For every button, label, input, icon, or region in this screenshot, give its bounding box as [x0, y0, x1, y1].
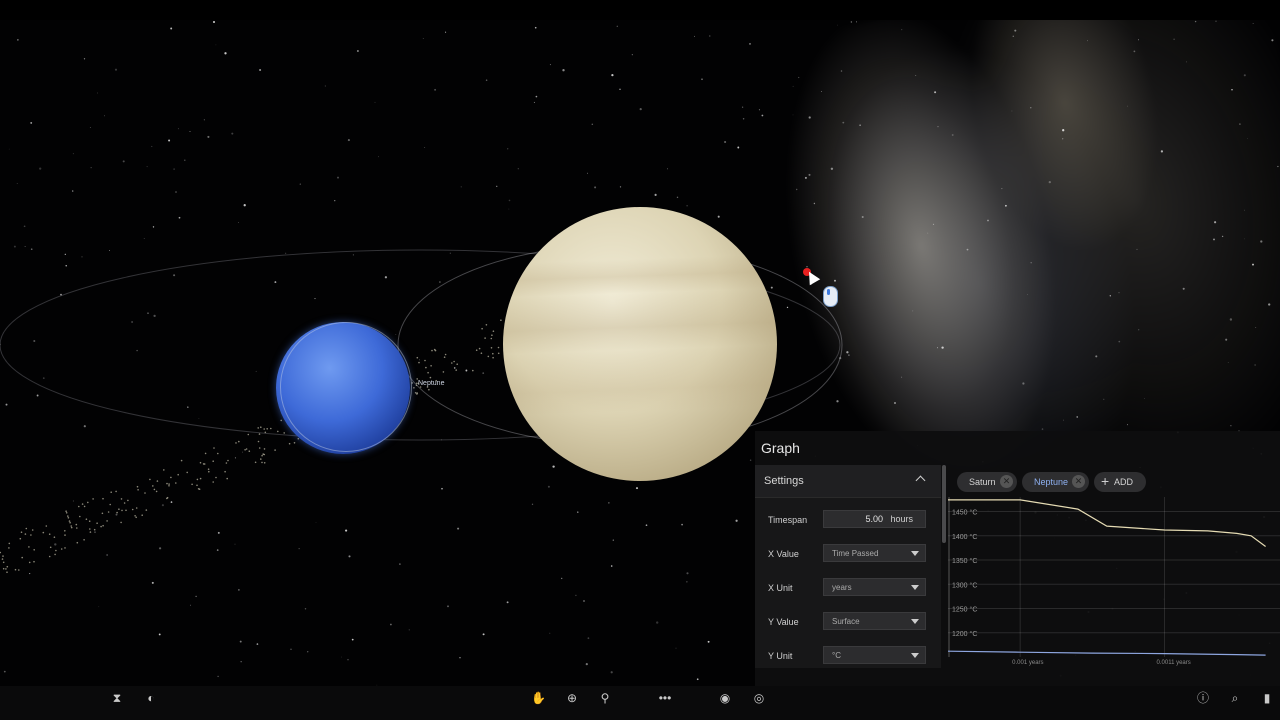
y-tick-label: 1300 °C	[952, 581, 977, 589]
chip-saturn[interactable]: Saturn ✕	[957, 472, 1017, 492]
y-tick-label: 1250 °C	[952, 606, 977, 614]
menu-icon[interactable]: ▮	[1260, 691, 1274, 705]
x-value-label: X Value	[768, 549, 799, 559]
series-line-saturn	[948, 499, 1266, 547]
graph-title: Graph	[761, 440, 800, 456]
graph-plot[interactable]: 1450 °C 1400 °C 1350 °C 1300 °C 1250 °C 1200 …	[948, 497, 1280, 667]
add-button[interactable]: + ADD	[1094, 472, 1146, 492]
settings-section: Settings Timespan 5.00 hours X Value Tim…	[755, 465, 941, 668]
saturn-planet[interactable]	[503, 207, 777, 481]
neptune-selection-ring	[280, 322, 412, 452]
dropdown-arrow-icon	[911, 585, 919, 590]
x-unit-select[interactable]: years	[823, 578, 926, 596]
x-tick-label: 0.0011 years	[1157, 660, 1191, 666]
y-tick-label: 1400 °C	[952, 533, 977, 541]
x-value-selected: Time Passed	[832, 549, 879, 558]
eye-icon[interactable]: ◉	[718, 691, 732, 705]
hand-icon[interactable]: ✋	[531, 691, 546, 705]
mouse-icon	[823, 286, 838, 307]
neptune-label[interactable]: Neptune	[418, 380, 444, 387]
dropdown-arrow-icon	[911, 551, 919, 556]
dots-icon[interactable]: •••	[658, 691, 672, 705]
y-value-select[interactable]: Surface	[823, 612, 926, 630]
settings-scrollbar[interactable]	[942, 465, 946, 543]
y-tick-label: 1450 °C	[952, 509, 977, 517]
pin-icon[interactable]: ⚲	[598, 691, 612, 705]
y-value-label: Y Value	[768, 617, 799, 627]
settings-header[interactable]: Settings	[755, 465, 941, 498]
search-icon[interactable]: ⌕	[1228, 691, 1242, 705]
timespan-unit: hours	[890, 514, 913, 524]
y-unit-label: Y Unit	[768, 651, 793, 661]
timespan-field[interactable]: 5.00 hours	[823, 510, 926, 528]
timespan-label: Timespan	[768, 515, 808, 525]
remove-icon[interactable]: ✕	[1072, 475, 1085, 488]
timespan-value[interactable]: 5.00	[865, 514, 883, 524]
hourglass-icon[interactable]: ⧗	[110, 691, 124, 705]
x-unit-selected: years	[832, 583, 852, 592]
dropdown-arrow-icon	[911, 619, 919, 624]
y-tick-label: 1350 °C	[952, 557, 977, 565]
y-tick-label: 1200 °C	[952, 630, 977, 638]
chip-neptune-label: Neptune	[1034, 477, 1069, 487]
y-unit-select[interactable]: °C	[823, 646, 926, 664]
x-tick-label: 0.001 years	[1012, 660, 1043, 666]
chip-saturn-label: Saturn	[969, 477, 996, 487]
add-button-label: ADD	[1114, 477, 1134, 487]
info-icon[interactable]: ⓘ	[1196, 691, 1210, 705]
chip-neptune[interactable]: Neptune ✕	[1022, 472, 1089, 492]
dropdown-arrow-icon	[911, 653, 919, 658]
contrast-icon[interactable]: ◐	[144, 691, 158, 705]
graph-panel: Graph Settings Timespan 5.00 hours X Val…	[755, 431, 1280, 686]
target-icon[interactable]: ◎	[752, 691, 766, 705]
remove-icon[interactable]: ✕	[1000, 475, 1013, 488]
bottom-toolbar: ⧗ ◐ ✋ ⊕ ⚲ ••• ◉ ◎ ⓘ ⌕ ▮	[0, 686, 1280, 720]
zoom-icon[interactable]: ⊕	[565, 691, 579, 705]
x-unit-label: X Unit	[768, 583, 793, 593]
series-line-neptune	[948, 650, 1266, 656]
chevron-up-icon[interactable]	[915, 475, 926, 486]
graph-plot-svg: 1450 °C 1400 °C 1350 °C 1300 °C 1250 °C 1200 …	[948, 497, 1280, 666]
x-value-select[interactable]: Time Passed	[823, 544, 926, 562]
y-unit-selected: °C	[832, 651, 841, 660]
settings-title: Settings	[764, 475, 804, 487]
plus-icon: +	[1101, 473, 1110, 489]
y-value-selected: Surface	[832, 617, 860, 626]
top-bar	[0, 0, 1280, 20]
